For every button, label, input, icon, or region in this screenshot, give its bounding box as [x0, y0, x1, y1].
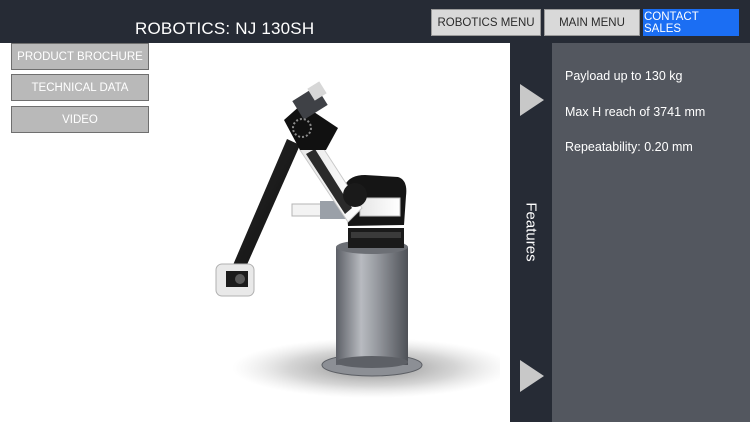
prev-arrow-icon[interactable] [520, 360, 544, 392]
contact-sales-button[interactable]: CONTACT SALES [643, 9, 739, 36]
robot-3d-viewer[interactable] [160, 55, 500, 415]
robot-base [348, 228, 404, 248]
robotics-menu-button[interactable]: ROBOTICS MENU [431, 9, 541, 36]
video-button[interactable]: VIDEO [11, 106, 149, 133]
next-arrow-icon[interactable] [520, 84, 544, 116]
product-brochure-button[interactable]: PRODUCT BROCHURE [11, 43, 149, 70]
page-title: ROBOTICS: NJ 130SH [135, 19, 315, 38]
robot-pedestal [321, 240, 423, 377]
features-panel [552, 43, 750, 422]
feature-item-reach: Max H reach of 3741 mm [565, 105, 706, 119]
main-menu-button[interactable]: MAIN MENU [544, 9, 640, 36]
technical-data-button[interactable]: TECHNICAL DATA [11, 74, 149, 101]
feature-item-payload: Payload up to 130 kg [565, 69, 683, 83]
feature-item-repeatability: Repeatability: 0.20 mm [565, 140, 693, 154]
features-tab-label: Features [522, 202, 540, 262]
robot-wrist [215, 263, 255, 297]
